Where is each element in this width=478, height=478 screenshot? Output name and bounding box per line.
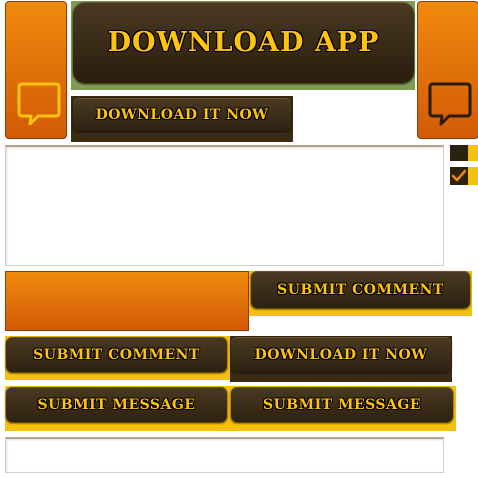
checkbox-checked[interactable] xyxy=(450,167,478,185)
submit-comment-label: SUBMIT COMMENT xyxy=(277,281,444,298)
submit-comment-label: SUBMIT COMMENT xyxy=(33,346,200,363)
checkbox-edge xyxy=(468,167,478,185)
submit-message-sprite-left: SUBMIT MESSAGE xyxy=(5,386,230,431)
submit-message-label: SUBMIT MESSAGE xyxy=(37,396,196,413)
submit-message-button[interactable]: SUBMIT MESSAGE xyxy=(231,387,453,422)
feedback-tab-right[interactable] xyxy=(417,1,478,139)
checkbox-edge xyxy=(468,145,478,161)
checkbox-box xyxy=(450,145,468,161)
submit-message-label: SUBMIT MESSAGE xyxy=(262,396,422,413)
feedback-tab-left[interactable] xyxy=(5,1,67,139)
download-app-button[interactable]: DOWNLOAD APP xyxy=(73,2,414,83)
download-now-label: DOWNLOAD IT NOW xyxy=(254,346,428,363)
download-now-sprite-bottom: DOWNLOAD IT NOW xyxy=(230,336,452,382)
submit-comment-sprite-left: SUBMIT COMMENT xyxy=(5,336,230,380)
download-now-sprite-top: DOWNLOAD IT NOW xyxy=(71,96,293,142)
submit-comment-button[interactable]: SUBMIT COMMENT xyxy=(6,337,227,372)
submit-message-button[interactable]: SUBMIT MESSAGE xyxy=(6,387,227,422)
submit-message-sprite-right: SUBMIT MESSAGE xyxy=(230,386,456,431)
checkmark-icon xyxy=(451,169,467,182)
download-now-button[interactable]: DOWNLOAD IT NOW xyxy=(231,337,451,372)
orange-header-sprite xyxy=(5,271,249,331)
speech-bubble-icon xyxy=(428,82,472,126)
download-app-label: DOWNLOAD APP xyxy=(107,27,380,58)
submit-comment-sprite-right: SUBMIT COMMENT xyxy=(249,271,472,316)
submit-comment-button[interactable]: SUBMIT COMMENT xyxy=(251,271,470,308)
comment-textarea[interactable] xyxy=(5,145,444,266)
speech-bubble-icon xyxy=(17,82,61,126)
download-now-button[interactable]: DOWNLOAD IT NOW xyxy=(73,98,291,131)
text-input[interactable] xyxy=(5,437,444,473)
download-now-label: DOWNLOAD IT NOW xyxy=(95,106,269,123)
checkbox-unchecked[interactable] xyxy=(450,145,478,161)
download-app-sprite: DOWNLOAD APP xyxy=(71,1,415,90)
